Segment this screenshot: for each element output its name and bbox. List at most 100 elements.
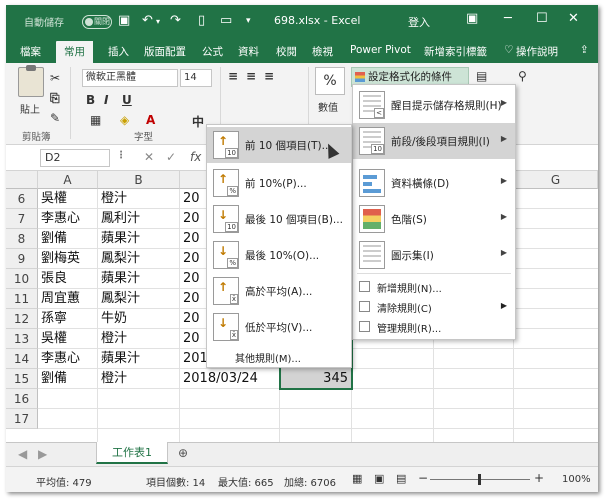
tab-file[interactable]: 檔案 (20, 44, 41, 59)
cut-icon[interactable]: ✂ (50, 71, 60, 85)
column-header-b[interactable]: B (98, 171, 180, 189)
menu-item-new-rule[interactable]: 新增規則(N)... (353, 277, 515, 297)
new-file-icon[interactable]: ▯ (198, 13, 205, 28)
maximize-icon[interactable]: ☐ (536, 11, 548, 26)
cell-a[interactable]: 孫寧 (38, 309, 98, 329)
cell-b[interactable]: 鳳梨汁 (98, 249, 180, 269)
menu-item-bottom-10-percent[interactable]: ↓% 最後 10%(O)... (207, 237, 351, 273)
tab-home[interactable]: 常用 (56, 41, 93, 63)
row-header[interactable]: 17 (6, 409, 38, 429)
bold-icon[interactable]: B (86, 93, 95, 107)
autosave-toggle[interactable]: 關閉 (82, 15, 112, 29)
zoom-out-icon[interactable]: − (418, 471, 428, 485)
tab-formulas[interactable]: 公式 (202, 44, 223, 59)
font-color-icon[interactable]: A (146, 113, 155, 127)
menu-item-icon-sets[interactable]: 圖示集(I) ▶ (353, 237, 515, 273)
normal-view-icon[interactable]: ▦ (352, 472, 362, 485)
cancel-icon[interactable]: ✕ (144, 150, 154, 164)
page-layout-view-icon[interactable]: ▣ (374, 472, 384, 485)
cell-b[interactable]: 橙汁 (98, 329, 180, 349)
tab-page-layout[interactable]: 版面配置 (144, 44, 186, 59)
menu-item-above-average[interactable]: ↑ x̄ 高於平均(A)... (207, 273, 351, 309)
row-header[interactable]: 11 (6, 289, 38, 309)
menu-item-data-bars[interactable]: 資料橫條(D) ▶ (353, 165, 515, 201)
menu-item-highlight-rules[interactable]: < 醒目提示儲存格規則(H) ▶ (353, 87, 515, 123)
zoom-slider-thumb[interactable] (478, 474, 481, 485)
row-header[interactable]: 16 (6, 389, 38, 409)
undo-icon[interactable]: ↶ (142, 13, 153, 28)
cell-a[interactable]: 吳權 (38, 189, 98, 209)
column-header-g[interactable]: G (514, 171, 598, 189)
tab-insert[interactable]: 插入 (108, 44, 129, 59)
open-file-icon[interactable]: ▭ (220, 13, 232, 28)
select-all-corner[interactable] (6, 171, 38, 189)
column-header-a[interactable]: A (38, 171, 98, 189)
fill-color-icon[interactable]: ◈ (120, 113, 129, 127)
format-painter-icon[interactable]: ✎ (50, 111, 60, 125)
menu-item-top-10-percent[interactable]: ↑% 前 10%(P)... (207, 165, 351, 201)
row-header[interactable]: 10 (6, 269, 38, 289)
tell-me-input[interactable]: 操作說明 (516, 44, 558, 59)
cell-c[interactable] (180, 389, 280, 409)
cell-c[interactable]: 2018/03/24 (180, 369, 280, 389)
minimize-icon[interactable]: ─ (504, 11, 512, 26)
cell-d[interactable] (280, 409, 352, 429)
cell-b[interactable] (98, 389, 180, 409)
cell-b[interactable]: 蘋果汁 (98, 229, 180, 249)
row-header[interactable]: 9 (6, 249, 38, 269)
cell-b[interactable]: 牛奶 (98, 309, 180, 329)
menu-item-bottom-10-items[interactable]: ↓ 10 最後 10 個項目(B)... (207, 201, 351, 237)
row-header[interactable]: 13 (6, 329, 38, 349)
login-link[interactable]: 登入 (408, 14, 430, 30)
border-icon[interactable]: ▦ (90, 113, 101, 127)
cell-b[interactable] (98, 409, 180, 429)
sheet-tab[interactable]: 工作表1 (96, 442, 168, 464)
cell-b[interactable]: 鳳利汁 (98, 209, 180, 229)
redo-icon[interactable]: ↷ (170, 13, 181, 28)
align-middle-icon[interactable]: ≡ (246, 69, 256, 83)
row-header[interactable]: 8 (6, 229, 38, 249)
copy-icon[interactable]: ⎘ (50, 91, 60, 106)
tab-power-pivot[interactable]: Power Pivot (350, 44, 411, 56)
cell-a[interactable]: 劉梅英 (38, 249, 98, 269)
add-sheet-icon[interactable]: ⊕ (178, 446, 188, 460)
cell-a[interactable]: 周宜蕙 (38, 289, 98, 309)
cell-b[interactable]: 蘋果汁 (98, 269, 180, 289)
row-header[interactable]: 12 (6, 309, 38, 329)
close-icon[interactable]: ✕ (568, 11, 579, 26)
menu-item-manage-rules[interactable]: 管理規則(R)... (353, 317, 515, 337)
tab-custom[interactable]: 新增索引標籤 (424, 44, 487, 59)
menu-item-more-rules[interactable]: 其他規則(M)... (207, 347, 351, 367)
undo-dropdown-icon[interactable]: ▾ (156, 17, 160, 26)
font-size-select[interactable]: 14 (180, 69, 212, 87)
save-icon[interactable]: ▣ (118, 13, 130, 28)
row-header[interactable]: 15 (6, 369, 38, 389)
cell-d[interactable] (280, 389, 352, 409)
cell-b[interactable]: 橙汁 (98, 369, 180, 389)
scroll-left-icon[interactable]: ◀ (18, 447, 27, 461)
scroll-right-icon[interactable]: ▶ (38, 447, 47, 461)
menu-item-clear-rules[interactable]: 清除規則(C) ▶ (353, 297, 515, 317)
cell-a[interactable] (38, 389, 98, 409)
number-format-icon[interactable]: % (315, 67, 345, 95)
insert-cells-icon[interactable]: ▤ (476, 69, 487, 83)
number-format-button[interactable]: 數值 (318, 99, 338, 114)
menu-item-color-scales[interactable]: 色階(S) ▶ (353, 201, 515, 237)
cell-a[interactable]: 吳權 (38, 329, 98, 349)
menu-item-below-average[interactable]: ↓ x̄ 低於平均(V)... (207, 309, 351, 345)
cell-a[interactable]: 劉備 (38, 369, 98, 389)
cell-b[interactable]: 鳳梨汁 (98, 289, 180, 309)
customize-qat-icon[interactable]: ▾ (246, 16, 251, 26)
ribbon-display-icon[interactable]: ▣ (466, 11, 478, 26)
enter-icon[interactable]: ✓ (166, 150, 176, 164)
paste-icon[interactable] (18, 65, 44, 97)
share-icon[interactable]: ⇪ (580, 44, 589, 56)
row-header[interactable]: 14 (6, 349, 38, 369)
cell-b[interactable]: 橙汁 (98, 189, 180, 209)
zoom-in-icon[interactable]: + (534, 471, 544, 485)
menu-item-top-bottom-rules[interactable]: 10 前段/後段項目規則(I) ▶ (353, 123, 515, 159)
cell-b[interactable]: 蘋果汁 (98, 349, 180, 369)
cell-a[interactable]: 李惠心 (38, 209, 98, 229)
page-break-view-icon[interactable]: ▤ (396, 472, 406, 485)
phonetic-icon[interactable]: 中 (192, 113, 204, 130)
